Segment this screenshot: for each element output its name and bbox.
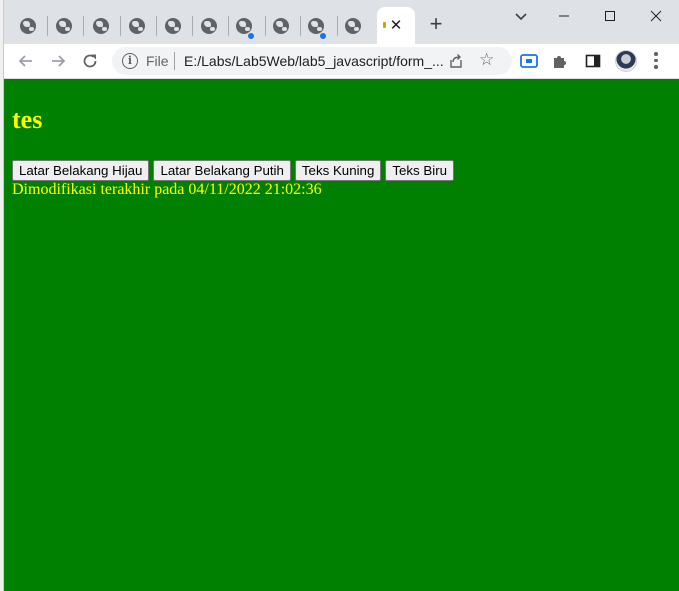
- tab-strip: ✕ +: [4, 0, 679, 44]
- address-bar[interactable]: i File E:/Labs/Lab5Web/lab5_javascript/f…: [112, 47, 512, 75]
- tab-search-chevron-down-icon[interactable]: [509, 4, 533, 28]
- browser-toolbar: i File E:/Labs/Lab5Web/lab5_javascript/f…: [4, 44, 679, 78]
- reload-button[interactable]: [77, 48, 103, 74]
- globe-icon: [165, 18, 181, 34]
- maximize-icon: [605, 11, 615, 21]
- globe-icon: [20, 18, 36, 34]
- white-background-button[interactable]: Latar Belakang Putih: [153, 160, 291, 181]
- cast-button[interactable]: [519, 51, 539, 71]
- avatar[interactable]: [615, 50, 637, 72]
- close-window-button[interactable]: [633, 0, 679, 32]
- side-panel-button[interactable]: [583, 51, 603, 71]
- notification-dot-icon: [320, 33, 326, 39]
- globe-icon: [345, 18, 361, 34]
- globe-icon: [308, 18, 324, 34]
- tab-9[interactable]: [298, 8, 334, 44]
- back-icon: [18, 55, 32, 67]
- maximize-button[interactable]: [587, 0, 633, 32]
- minimize-button[interactable]: [541, 0, 587, 32]
- puzzle-icon: [554, 56, 566, 68]
- tab-7[interactable]: [226, 8, 262, 44]
- close-tab-icon[interactable]: ✕: [390, 18, 403, 33]
- tab-8[interactable]: [263, 8, 299, 44]
- share-icon[interactable]: [448, 53, 464, 69]
- address-divider: [174, 52, 175, 70]
- tab-4[interactable]: [119, 8, 155, 44]
- globe-icon: [236, 18, 252, 34]
- last-modified-text: Dimodifikasi terakhir pada 04/11/2022 21…: [12, 181, 322, 198]
- cast-icon: [520, 54, 538, 68]
- page-title: tes: [12, 105, 43, 134]
- notification-dot-icon: [248, 33, 254, 39]
- page-content: tes Latar Belakang Hijau Latar Belakang …: [4, 79, 679, 591]
- tab-1[interactable]: [10, 8, 46, 44]
- new-tab-button[interactable]: +: [424, 10, 448, 38]
- reload-icon: [83, 54, 97, 68]
- tab-10[interactable]: [335, 8, 371, 44]
- back-button[interactable]: [13, 48, 39, 74]
- info-icon[interactable]: i: [122, 53, 138, 69]
- tab-3[interactable]: [83, 8, 119, 44]
- url-scheme-label: File: [146, 53, 169, 69]
- globe-icon: [129, 18, 145, 34]
- forward-button[interactable]: [45, 48, 71, 74]
- forward-icon: [52, 55, 66, 67]
- globe-icon: [56, 18, 72, 34]
- blue-text-button[interactable]: Teks Biru: [385, 160, 455, 181]
- bookmark-star-icon[interactable]: ☆: [479, 50, 494, 70]
- globe-icon: [93, 18, 109, 34]
- close-icon: [650, 10, 662, 22]
- yellow-text-button[interactable]: Teks Kuning: [294, 160, 382, 181]
- globe-icon: [273, 18, 289, 34]
- url-text[interactable]: E:/Labs/Lab5Web/lab5_javascript/form_...: [184, 53, 444, 69]
- tab-2[interactable]: [46, 8, 82, 44]
- extensions-button[interactable]: [550, 51, 570, 71]
- green-background-button[interactable]: Latar Belakang Hijau: [12, 160, 150, 181]
- side-panel-icon: [585, 54, 601, 68]
- globe-icon: [201, 18, 217, 34]
- button-row: Latar Belakang Hijau Latar Belakang Puti…: [12, 160, 455, 181]
- tab-6[interactable]: [191, 8, 227, 44]
- minimize-icon: [559, 15, 569, 17]
- loading-icon: [383, 22, 386, 28]
- menu-icon[interactable]: [654, 52, 658, 70]
- tab-active[interactable]: ✕: [377, 7, 415, 44]
- tab-5[interactable]: [155, 8, 191, 44]
